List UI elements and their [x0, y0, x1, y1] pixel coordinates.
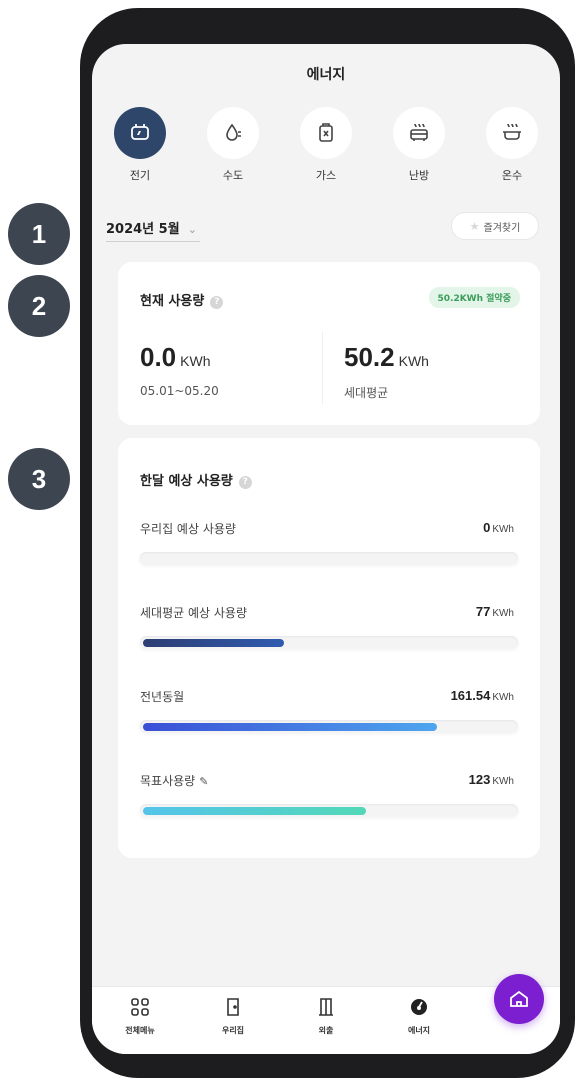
tab-label: 외출 — [318, 1026, 334, 1035]
radiator-icon — [410, 123, 428, 141]
target-label: 목표사용량 — [140, 774, 196, 788]
chevron-down-icon: ⌄ — [187, 223, 197, 236]
category-label: 온수 — [501, 169, 523, 182]
unit-label: KWh — [492, 524, 514, 535]
value-number: 161.54 — [450, 688, 491, 703]
screen: 에너지 전기 수도 가스 난방 온수 2024년 5월 ⌄ ★ 즐겨찾기 현재 … — [92, 44, 560, 1054]
favorite-button[interactable]: ★ 즐겨찾기 — [451, 212, 539, 240]
favorite-label: 즐겨찾기 — [483, 222, 521, 234]
tab-all-menu[interactable]: 전체메뉴 — [110, 997, 170, 1036]
progress-track — [140, 636, 518, 648]
unit-label: KWh — [492, 776, 514, 787]
category-electric[interactable]: 전기 — [112, 107, 168, 183]
exit-door-icon — [319, 998, 333, 1016]
forecast-card: 한달 예상 사용량? 우리집 예상 사용량 0 KWh 세대평균 예상 사용량 7… — [118, 438, 540, 858]
gas-can-icon — [319, 123, 333, 142]
divider — [322, 332, 323, 404]
forecast-row-value: 77 KWh — [476, 604, 514, 619]
hot-water-icon — [503, 123, 521, 140]
forecast-row-label: 세대평균 예상 사용량 — [140, 606, 247, 620]
forecast-row-label: 우리집 예상 사용량 — [140, 522, 236, 536]
tab-label: 전체메뉴 — [125, 1026, 155, 1035]
tab-energy[interactable]: 에너지 — [389, 997, 449, 1036]
help-icon[interactable]: ? — [238, 476, 252, 489]
help-icon[interactable]: ? — [210, 296, 224, 309]
marker-1: 1 — [8, 203, 70, 265]
home-icon — [510, 990, 528, 1007]
my-usage-value: 0.0 KWh — [140, 342, 211, 373]
unit-label: KWh — [398, 353, 429, 369]
tab-away[interactable]: 외출 — [296, 997, 356, 1036]
door-icon — [227, 998, 239, 1016]
progress-fill — [143, 639, 284, 647]
page-title: 에너지 — [306, 67, 346, 83]
category-water[interactable]: 수도 — [205, 107, 261, 183]
average-usage-value: 50.2 KWh — [344, 342, 429, 373]
home-fab-button[interactable] — [494, 974, 544, 1024]
current-usage-card: 현재 사용량? 50.2KWh 절약중 0.0 KWh 05.01~05.20 5… — [118, 262, 540, 425]
water-drop-icon — [226, 123, 241, 141]
forecast-row-value: 123 KWh — [469, 772, 514, 787]
marker-2: 2 — [8, 275, 70, 337]
grid-icon — [131, 998, 149, 1016]
tab-label: 에너지 — [407, 1026, 431, 1035]
bottom-tab-bar: 전체메뉴 우리집 외출 에너지 — [92, 986, 560, 1054]
average-usage-number: 50.2 — [344, 342, 395, 372]
unit-label: KWh — [492, 692, 514, 703]
category-label: 가스 — [315, 169, 337, 182]
progress-track — [140, 720, 518, 732]
progress-track — [140, 804, 518, 816]
card-title: 현재 사용량? — [140, 290, 224, 309]
my-usage-number: 0.0 — [140, 342, 177, 372]
value-number: 0 — [483, 520, 491, 535]
month-selector[interactable]: 2024년 5월 ⌄ — [106, 218, 197, 237]
value-number: 77 — [475, 604, 491, 619]
tab-home[interactable]: 우리집 — [203, 997, 263, 1036]
category-gas[interactable]: 가스 — [298, 107, 354, 183]
unit-label: KWh — [180, 353, 211, 369]
star-icon: ★ — [469, 219, 480, 233]
category-label: 난방 — [408, 169, 430, 182]
progress-track — [140, 552, 518, 564]
category-heating[interactable]: 난방 — [391, 107, 447, 183]
progress-fill — [143, 807, 366, 815]
current-usage-title: 현재 사용량 — [140, 294, 205, 309]
category-label: 수도 — [222, 169, 244, 182]
category-label: 전기 — [129, 169, 151, 182]
average-label: 세대평균 — [344, 386, 389, 400]
month-label: 2024년 5월 — [106, 222, 180, 237]
saving-badge: 50.2KWh 절약중 — [428, 287, 520, 308]
pencil-icon[interactable]: ✎ — [199, 775, 208, 788]
forecast-row-label: 전년동월 — [140, 690, 185, 704]
forecast-title: 한달 예상 사용량 — [140, 474, 233, 489]
gauge-icon — [411, 999, 427, 1015]
usage-period: 05.01~05.20 — [140, 384, 219, 398]
tab-label: 우리집 — [221, 1026, 245, 1035]
card-title: 한달 예상 사용량? — [140, 470, 252, 489]
category-hot-water[interactable]: 온수 — [484, 107, 540, 183]
progress-fill — [143, 723, 437, 731]
forecast-row-value: 0 KWh — [483, 520, 514, 535]
value-number: 123 — [468, 772, 491, 787]
forecast-row-label: 목표사용량 ✎ — [140, 772, 208, 789]
divider — [106, 241, 200, 242]
forecast-row-value: 161.54 KWh — [451, 688, 514, 703]
marker-3: 3 — [8, 448, 70, 510]
unit-label: KWh — [492, 608, 514, 619]
plug-icon — [131, 124, 149, 140]
